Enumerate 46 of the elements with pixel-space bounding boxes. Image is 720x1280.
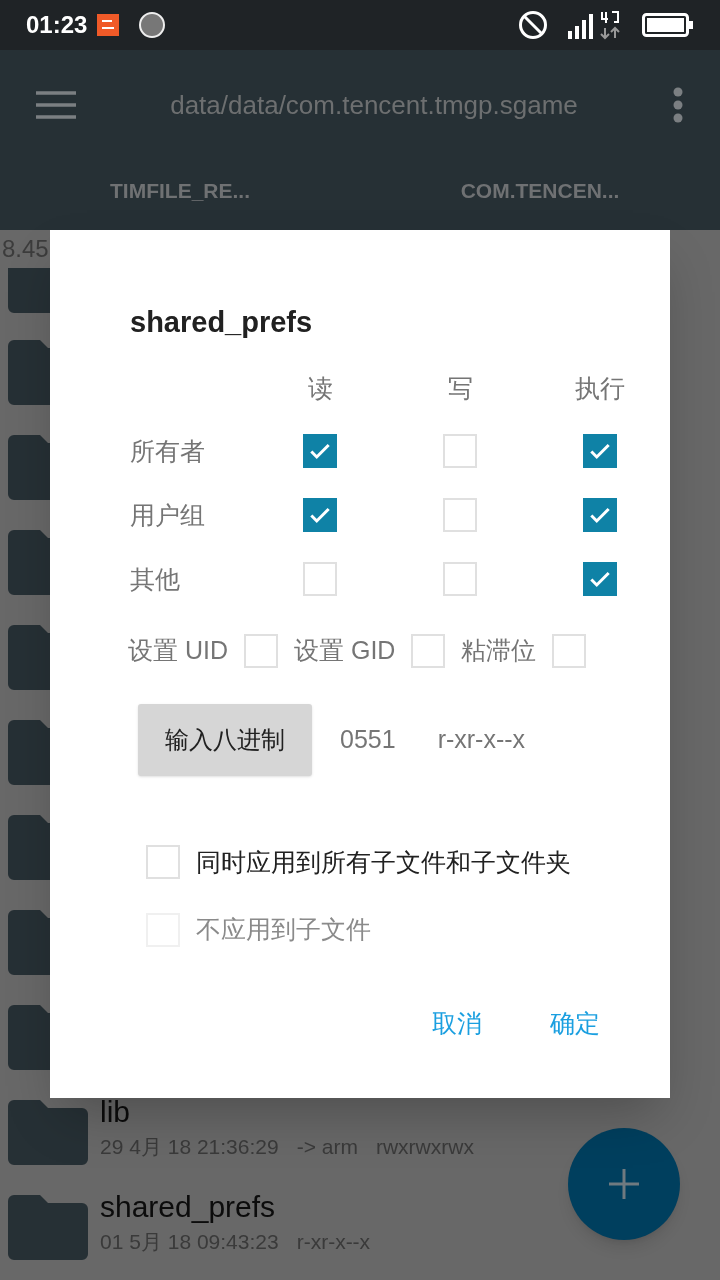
checkbox[interactable] (552, 633, 587, 668)
checkbox[interactable] (244, 633, 278, 668)
dialog-action[interactable]: 确定 (536, 998, 614, 1048)
checkbox[interactable] (583, 434, 617, 468)
option-label: 设置 UID (128, 635, 228, 666)
more-icon[interactable] (672, 87, 684, 123)
option-label: 粘滞位 (461, 635, 537, 666)
column-header: 读 (307, 373, 333, 404)
option-label: 设置 GID (294, 635, 396, 666)
checkbox[interactable] (303, 498, 337, 532)
row-label: 所有者 (130, 436, 206, 467)
octal-button[interactable]: 输入八进制 (138, 703, 312, 776)
do-not-disturb-icon (518, 10, 548, 40)
checkbox[interactable] (583, 562, 617, 596)
notification-icon (97, 14, 120, 36)
battery-icon (642, 13, 694, 37)
checkbox[interactable] (303, 562, 337, 596)
menu-icon[interactable] (36, 91, 76, 119)
option-label: 不应用到子文件 (196, 914, 371, 945)
permission-string: r-xr-x--x (437, 723, 526, 755)
dialog-action[interactable]: 取消 (418, 998, 496, 1048)
option-label: 同时应用到所有子文件和子文件夹 (196, 846, 571, 878)
row-label: 用户组 (130, 500, 206, 531)
checkbox[interactable] (443, 498, 477, 532)
notification-icon (139, 12, 166, 38)
checkbox[interactable] (303, 434, 337, 468)
tab[interactable]: TIMFILE_RE... (0, 160, 360, 230)
file-name: shared_prefs (100, 1188, 277, 1225)
checkbox[interactable] (583, 498, 617, 532)
file-name: lib (100, 1093, 131, 1130)
octal-value: 0551 (340, 723, 396, 755)
folder-icon (8, 1100, 88, 1165)
dialog-title: shared_prefs (130, 305, 314, 340)
checkbox[interactable] (443, 434, 477, 468)
app-title: data/data/com.tencent.tmgp.sgame (169, 88, 579, 122)
checkbox[interactable] (411, 633, 446, 668)
tab[interactable]: COM.TENCEN... (360, 160, 720, 230)
network-icon (600, 10, 620, 40)
checkbox[interactable] (443, 562, 477, 596)
clock: 01:23 (26, 10, 88, 40)
folder-icon (8, 1195, 88, 1260)
column-header: 写 (447, 373, 473, 404)
checkbox[interactable] (146, 845, 180, 880)
column-header: 执行 (575, 373, 625, 404)
row-label: 其他 (130, 564, 181, 595)
plus-icon (609, 1169, 639, 1199)
